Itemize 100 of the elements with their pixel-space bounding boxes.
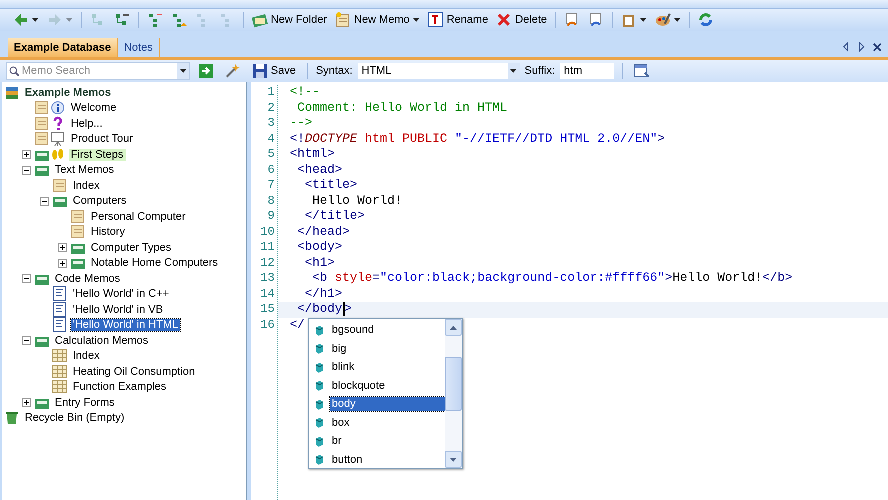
tab[interactable]: Example Database (8, 38, 118, 57)
note-icon (34, 131, 50, 148)
tree-item[interactable]: Index (71, 180, 102, 192)
code-editor[interactable] (251, 82, 888, 500)
toolbar-button[interactable]: New Folder (249, 10, 330, 30)
collapse-icon[interactable] (22, 336, 31, 346)
completion-item[interactable]: br (330, 434, 344, 448)
completion-item[interactable]: box (330, 416, 352, 430)
suffix-field[interactable]: htm (560, 63, 614, 79)
line-number: 7 (266, 178, 276, 194)
code-token: > (665, 271, 673, 286)
note-icon (52, 178, 68, 194)
expand-icon[interactable] (22, 150, 31, 160)
tree-item[interactable]: Index (71, 350, 102, 362)
close-icon[interactable] (873, 43, 882, 52)
folder-icon (252, 12, 268, 28)
expand-icon[interactable] (58, 243, 67, 252)
line-number: 9 (266, 209, 276, 224)
tree-item[interactable]: 'Hello World' in VB (71, 304, 166, 316)
collapse-icon[interactable] (22, 166, 31, 175)
scroll-up-button[interactable] (445, 319, 462, 336)
caret-icon (640, 18, 648, 22)
search-box[interactable]: Memo Search (6, 62, 190, 80)
completion-item[interactable]: bgsound (330, 323, 376, 338)
tree-item[interactable]: Code Memos (53, 272, 122, 285)
tree-item[interactable]: Entry Forms (53, 396, 117, 409)
tree-item[interactable]: Heating Oil Consumption (71, 366, 198, 378)
tree-item[interactable]: Calculation Memos (53, 334, 151, 347)
line-number: 8 (266, 194, 276, 209)
table-icon (52, 348, 68, 364)
completion-item[interactable]: body (330, 397, 445, 412)
note-icon (70, 208, 86, 225)
import-icon (588, 12, 604, 28)
expand-icon[interactable] (58, 258, 67, 268)
completion-item[interactable]: blockquote (330, 378, 388, 393)
collapse-icon[interactable] (22, 274, 31, 284)
code-token: html PUBLIC (364, 132, 448, 147)
tree-item[interactable]: Help... (69, 118, 105, 130)
right-arrow-icon[interactable] (858, 42, 866, 52)
dropdown-arrow-icon[interactable] (180, 69, 186, 73)
syntax-dropdown[interactable]: HTML (358, 63, 520, 79)
completion-item[interactable]: button (330, 452, 365, 467)
code-token: Hello World! (672, 271, 763, 286)
collapse-icon[interactable] (40, 196, 49, 206)
syntax-label: Syntax: (316, 65, 353, 77)
tree-item[interactable]: 'Hello World' in C++ (71, 288, 172, 300)
toolbar-button[interactable]: Rename (424, 10, 492, 30)
code-icon (52, 317, 68, 334)
tree-item[interactable]: Example Memos (23, 86, 114, 99)
line-number: 14 (260, 286, 276, 302)
suffix-label: Suffix: (524, 65, 556, 77)
code-icon (52, 286, 68, 302)
note-icon (34, 100, 50, 116)
note-icon (70, 224, 86, 240)
tree-item[interactable]: History (89, 226, 128, 238)
line-number: 11 (260, 240, 276, 256)
tree-item[interactable]: Text Memos (53, 164, 116, 176)
left-arrow-icon[interactable] (842, 42, 850, 52)
tree-item[interactable]: Function Examples (71, 381, 169, 394)
tree-item[interactable]: First Steps (69, 148, 126, 161)
tree-node-icon (147, 12, 163, 28)
tree-item[interactable]: Recycle Bin (Empty) (23, 412, 127, 424)
tab[interactable]: Notes (118, 38, 160, 57)
refresh-icon (698, 12, 714, 28)
footprints-icon (50, 146, 66, 163)
code-token: </ (290, 318, 306, 333)
line-number: 6 (266, 162, 276, 178)
tree-item[interactable]: Personal Computer (89, 210, 188, 223)
scroll-down-button[interactable] (445, 451, 462, 468)
tree-item[interactable]: Welcome (69, 102, 119, 114)
stack-icon (4, 84, 20, 101)
tree-node-icon (171, 12, 187, 28)
tree-item[interactable]: Notable Home Computers (89, 257, 220, 270)
tree-item[interactable]: Product Tour (69, 133, 136, 146)
tag-icon (315, 417, 324, 428)
scrollbar-thumb[interactable] (445, 357, 462, 412)
dropdown-arrow-icon[interactable] (510, 69, 518, 73)
tree-item[interactable]: Computer Types (89, 242, 174, 254)
line-number: 10 (260, 224, 276, 240)
code-token: <b (312, 271, 328, 286)
save-button[interactable]: Save (249, 61, 300, 81)
code-token: Comment: Hello World in HTML (296, 100, 508, 116)
completion-item[interactable]: big (330, 342, 349, 356)
code-token: <head> (296, 162, 343, 178)
code-token: > (658, 132, 666, 147)
memo-icon (335, 12, 352, 28)
code-token: <title> (304, 178, 358, 194)
toolbar-button[interactable]: Delete (493, 10, 550, 30)
tree-item[interactable]: 'Hello World' in HTML (71, 319, 180, 332)
code-token: --> (290, 116, 313, 132)
wand-icon (225, 63, 241, 79)
toolbar-button[interactable]: New Memo (332, 10, 423, 30)
completion-item[interactable]: blink (330, 360, 357, 374)
tree-item[interactable]: Computers (71, 195, 129, 208)
code-token: </head> (296, 224, 350, 240)
close-icon (496, 12, 512, 28)
code-token: </b> (762, 271, 793, 286)
expand-icon[interactable] (22, 398, 31, 408)
tag-icon (315, 324, 324, 336)
code-token: > (344, 302, 352, 318)
